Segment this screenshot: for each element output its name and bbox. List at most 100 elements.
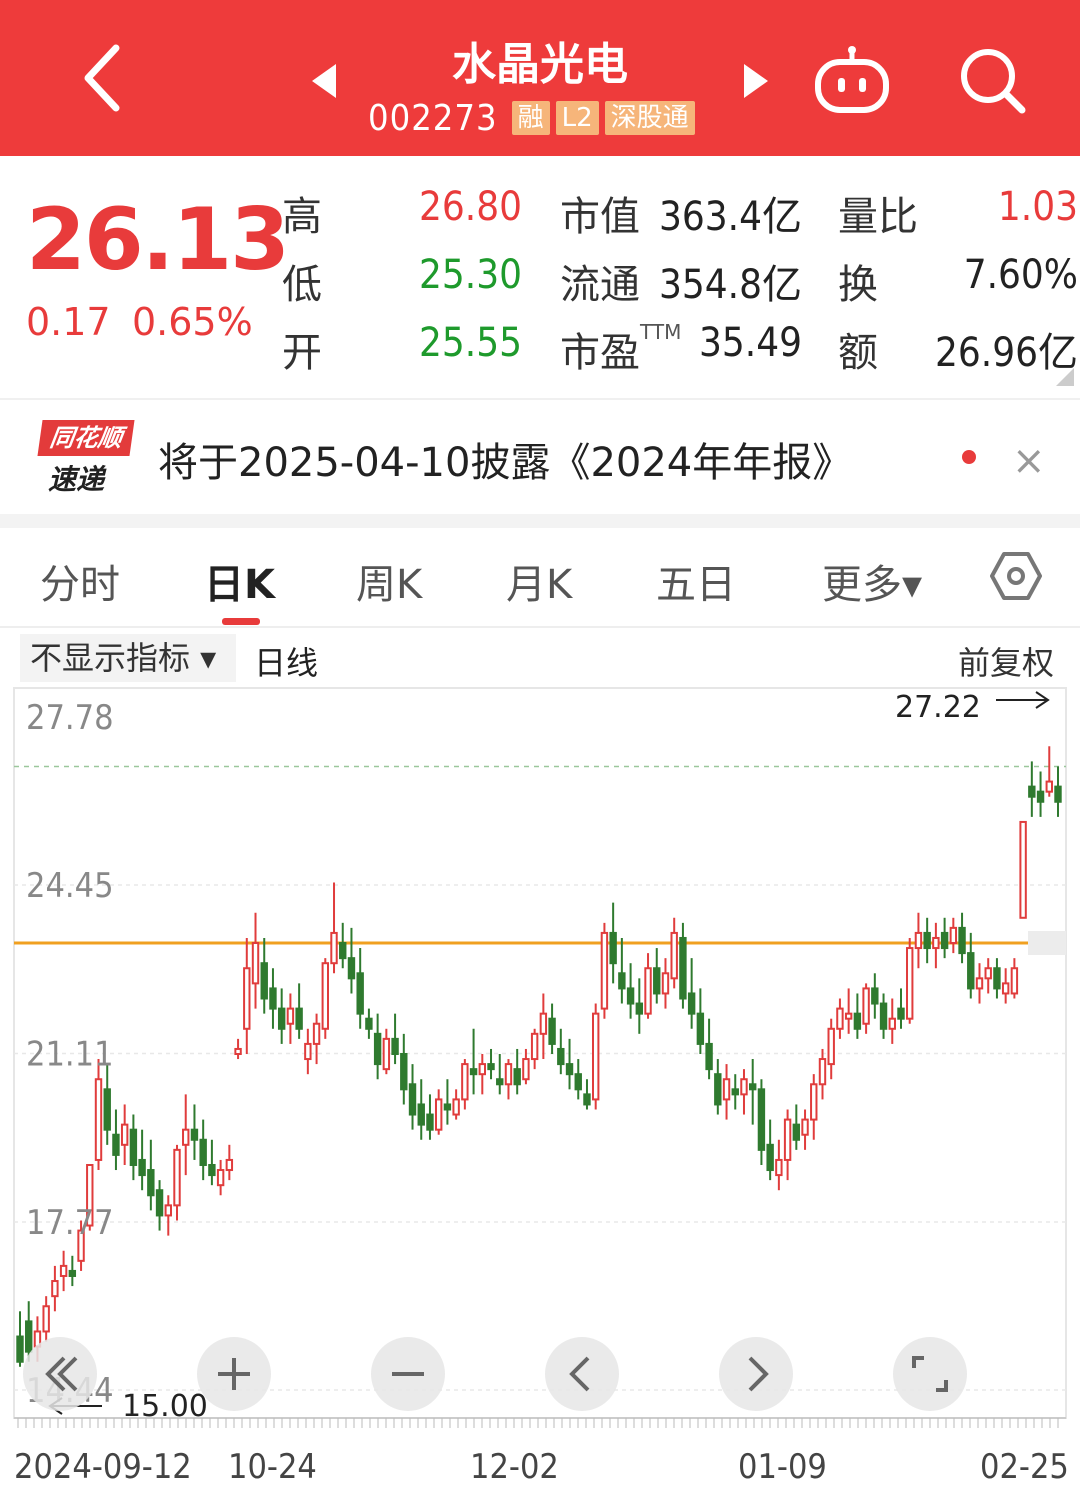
candle-body (766, 1143, 774, 1172)
margin-tag: 融 (511, 101, 550, 135)
price-change-percent: 0.65% (132, 300, 253, 344)
tab-daily-k[interactable]: 日K (204, 552, 275, 610)
float-cap-label: 流通 (560, 262, 640, 308)
close-icon[interactable]: × (1012, 438, 1046, 484)
candle-body (714, 1073, 722, 1106)
back-icon[interactable] (74, 40, 134, 116)
zoom-in-button[interactable] (197, 1337, 271, 1411)
low-value: 25.30 (419, 252, 522, 298)
indicator-dropdown[interactable]: 不显示指标 ▾ (20, 634, 236, 682)
max-price-label: 27.22 (895, 690, 981, 725)
pe-label: 市盈TTM (560, 320, 681, 378)
scroll-left-fast-button[interactable] (23, 1337, 97, 1411)
zoom-out-button[interactable] (371, 1337, 445, 1411)
chart-frame (13, 687, 1067, 1419)
candle-body (810, 1083, 818, 1121)
candlestick-chart[interactable]: 27.7824.4521.1117.7714.4427.2215.00 (0, 684, 1080, 1500)
candle-body (853, 1012, 862, 1030)
candle-body (644, 967, 652, 1015)
turnover-label: 换 (838, 262, 878, 308)
candle-body (199, 1138, 207, 1166)
tab-weekly-k[interactable]: 周K (356, 552, 422, 610)
candle-body (679, 936, 687, 1000)
candle-body (269, 987, 277, 1010)
candle-body (461, 1063, 469, 1101)
tab-monthly-k[interactable]: 月K (506, 552, 572, 610)
candle-body (635, 1002, 644, 1015)
market-cap-label: 市值 (560, 194, 640, 240)
tab-intraday[interactable]: 分时 (40, 552, 120, 610)
candle-body (653, 967, 661, 995)
pe-value: 35.49 (699, 320, 802, 366)
divider (0, 398, 1080, 400)
candle-body (312, 1022, 321, 1045)
candle-body (757, 1088, 766, 1151)
candle-body (469, 1068, 478, 1076)
candle-body (234, 1047, 242, 1056)
candle-body (661, 972, 670, 995)
candle-body (1054, 785, 1062, 803)
candle-body (487, 1063, 495, 1071)
candle-body (740, 1078, 748, 1096)
candle-body (356, 972, 364, 1015)
y-tick-label: 21.11 (26, 1035, 114, 1075)
last-price: 26.13 (26, 190, 290, 290)
candle-body (687, 992, 696, 1015)
candle-body (400, 1053, 408, 1091)
candle-body (783, 1118, 792, 1161)
low-label: 低 (282, 262, 322, 308)
candle-body (408, 1083, 417, 1116)
scroll-right-button[interactable] (719, 1337, 793, 1411)
news-text[interactable]: 将于2025-04-10披露《2024年年报》 (158, 430, 852, 488)
candle-body (68, 1269, 77, 1277)
candle-body (129, 1128, 138, 1166)
candle-body (583, 1093, 591, 1106)
pe-ttm-superscript: TTM (640, 320, 682, 344)
candle-body (906, 947, 914, 1020)
x-tick-label: 12-02 (470, 1447, 559, 1487)
candle-body (190, 1128, 199, 1141)
candle-body (530, 1032, 539, 1061)
candle-body (373, 1032, 382, 1066)
x-tick-label: 2024-09-12 (14, 1447, 192, 1487)
candle-body (59, 1264, 68, 1277)
candle-body (365, 1017, 373, 1030)
candle-body (609, 931, 617, 965)
amount-value: 26.96亿 (935, 330, 1078, 376)
market-cap-value: 363.4亿 (659, 194, 802, 240)
candle-body (382, 1037, 391, 1071)
candle-body (260, 962, 268, 1000)
candle-body (801, 1118, 809, 1136)
candle-body (618, 972, 626, 990)
candle-body (670, 931, 678, 980)
settings-icon[interactable] (990, 550, 1042, 602)
candle-body (975, 977, 984, 990)
next-stock-icon[interactable] (742, 64, 770, 98)
candle-body (818, 1058, 827, 1086)
stock-code: 002273 (368, 97, 498, 139)
candle-body (984, 967, 992, 980)
robot-assistant-icon[interactable] (812, 44, 892, 116)
candle-body (958, 926, 966, 955)
tab-five-day[interactable]: 五日 (656, 552, 736, 610)
period-label: 日线 (254, 644, 319, 682)
price-adjust-toggle[interactable]: 前复权 (958, 638, 1054, 684)
x-tick-label: 02-25 (980, 1447, 1069, 1487)
candle-body (897, 1007, 905, 1020)
candle-body (339, 942, 347, 960)
candle-body (923, 931, 931, 950)
candle-body (155, 1189, 164, 1217)
candle-body (51, 1280, 59, 1298)
fullscreen-button[interactable] (893, 1337, 967, 1411)
candle-body (391, 1037, 399, 1056)
tab-more[interactable]: 更多▾ (822, 552, 922, 610)
previous-stock-icon[interactable] (310, 64, 338, 98)
stock-code-row: 002273 融 L2 深股通 (368, 97, 695, 139)
search-icon[interactable] (956, 44, 1028, 116)
expand-corner-icon[interactable] (1056, 368, 1074, 386)
scroll-left-button[interactable] (545, 1337, 619, 1411)
candle-body (871, 987, 879, 1005)
candle-body (147, 1169, 155, 1197)
candle-body (626, 987, 635, 1005)
candle-body (949, 926, 958, 945)
